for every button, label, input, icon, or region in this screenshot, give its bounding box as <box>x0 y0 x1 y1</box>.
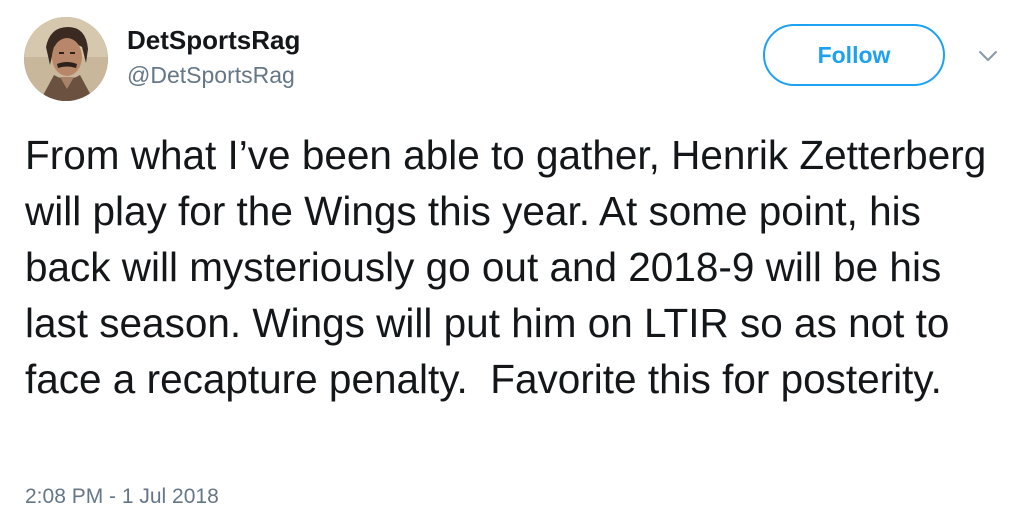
tweet-text: From what I’ve been able to gather, Henr… <box>25 132 998 402</box>
tweet-timestamp[interactable]: 2:08 PM - 1 Jul 2018 <box>25 485 219 509</box>
chevron-down-icon <box>979 51 997 61</box>
author-handle[interactable]: @DetSportsRag <box>127 62 295 89</box>
follow-button[interactable]: Follow <box>763 24 945 86</box>
author-avatar[interactable] <box>24 17 108 101</box>
avatar-photo-icon <box>24 17 108 101</box>
tweet-menu-button[interactable] <box>976 44 1000 68</box>
tweet-card: DetSportsRag @DetSportsRag Follow From w… <box>0 0 1024 523</box>
author-display-name[interactable]: DetSportsRag <box>127 25 300 56</box>
